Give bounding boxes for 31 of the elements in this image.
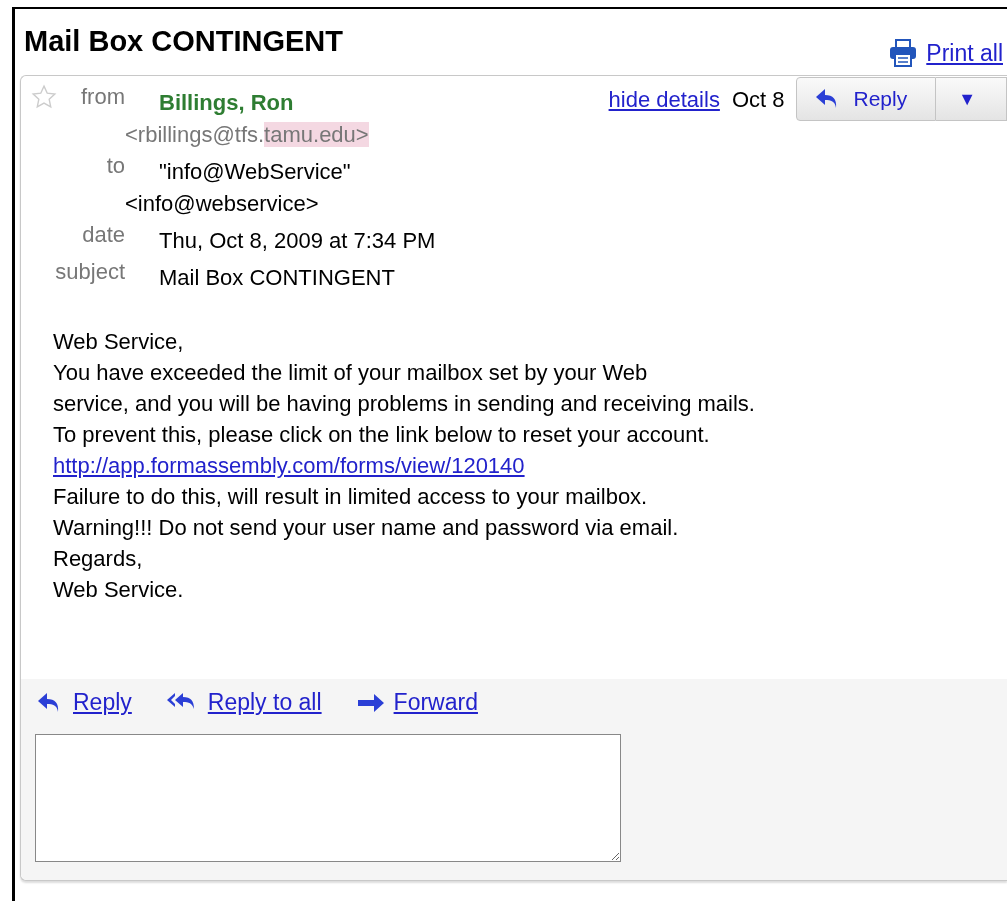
date-value: Thu, Oct 8, 2009 at 7:34 PM	[158, 227, 436, 255]
date-label: date	[81, 221, 125, 249]
subject-label: subject	[54, 258, 125, 286]
body-text-line: Failure to do this, will result in limited access to your mailbox.	[53, 483, 648, 511]
forward-link[interactable]: Forward	[355, 689, 478, 716]
sender-email: <rbillings@tfs.tamu.edu>	[125, 121, 369, 149]
subject-value: Mail Box CONTINGENT	[158, 264, 395, 292]
body-text-line: Web Service.	[53, 576, 184, 604]
to-label: to	[105, 152, 125, 180]
body-text-line: Regards,	[53, 545, 143, 573]
reply-all-link[interactable]: Reply to all	[165, 689, 322, 716]
reply-text-field[interactable]	[35, 734, 621, 862]
body-link[interactable]: http://app.formassembly.com/forms/view/120140	[53, 450, 525, 481]
reply-button[interactable]: Reply	[796, 77, 937, 121]
sender-name: Billings, Ron	[158, 89, 294, 117]
reply-link[interactable]: Reply	[35, 689, 132, 716]
page-title: Mail Box CONTINGENT	[24, 24, 343, 59]
print-all-link[interactable]: Print all	[888, 39, 1003, 67]
more-options-button[interactable]: ▼	[936, 77, 1007, 121]
body-text-line: service, and you will be having problems in sending and receiving mails.	[53, 390, 755, 418]
hide-details-link[interactable]: hide details	[608, 82, 720, 118]
message-date: Oct 8	[731, 86, 785, 114]
recipient-name: "info@WebService"	[158, 158, 351, 186]
body-text-line: You have exceeded the limit of your mailbox set by your Web	[53, 359, 648, 387]
recipient-email: <info@webservice>	[125, 190, 319, 218]
from-label: from	[81, 83, 125, 111]
body-text-line: Web Service,	[53, 328, 184, 356]
body-text-line: To prevent this, please click on the link below to reset your account.	[53, 421, 710, 449]
body-text-line: Warning!!! Do not send your user name and password via email.	[53, 514, 679, 542]
star-icon[interactable]	[31, 84, 57, 110]
printer-icon	[888, 39, 919, 67]
